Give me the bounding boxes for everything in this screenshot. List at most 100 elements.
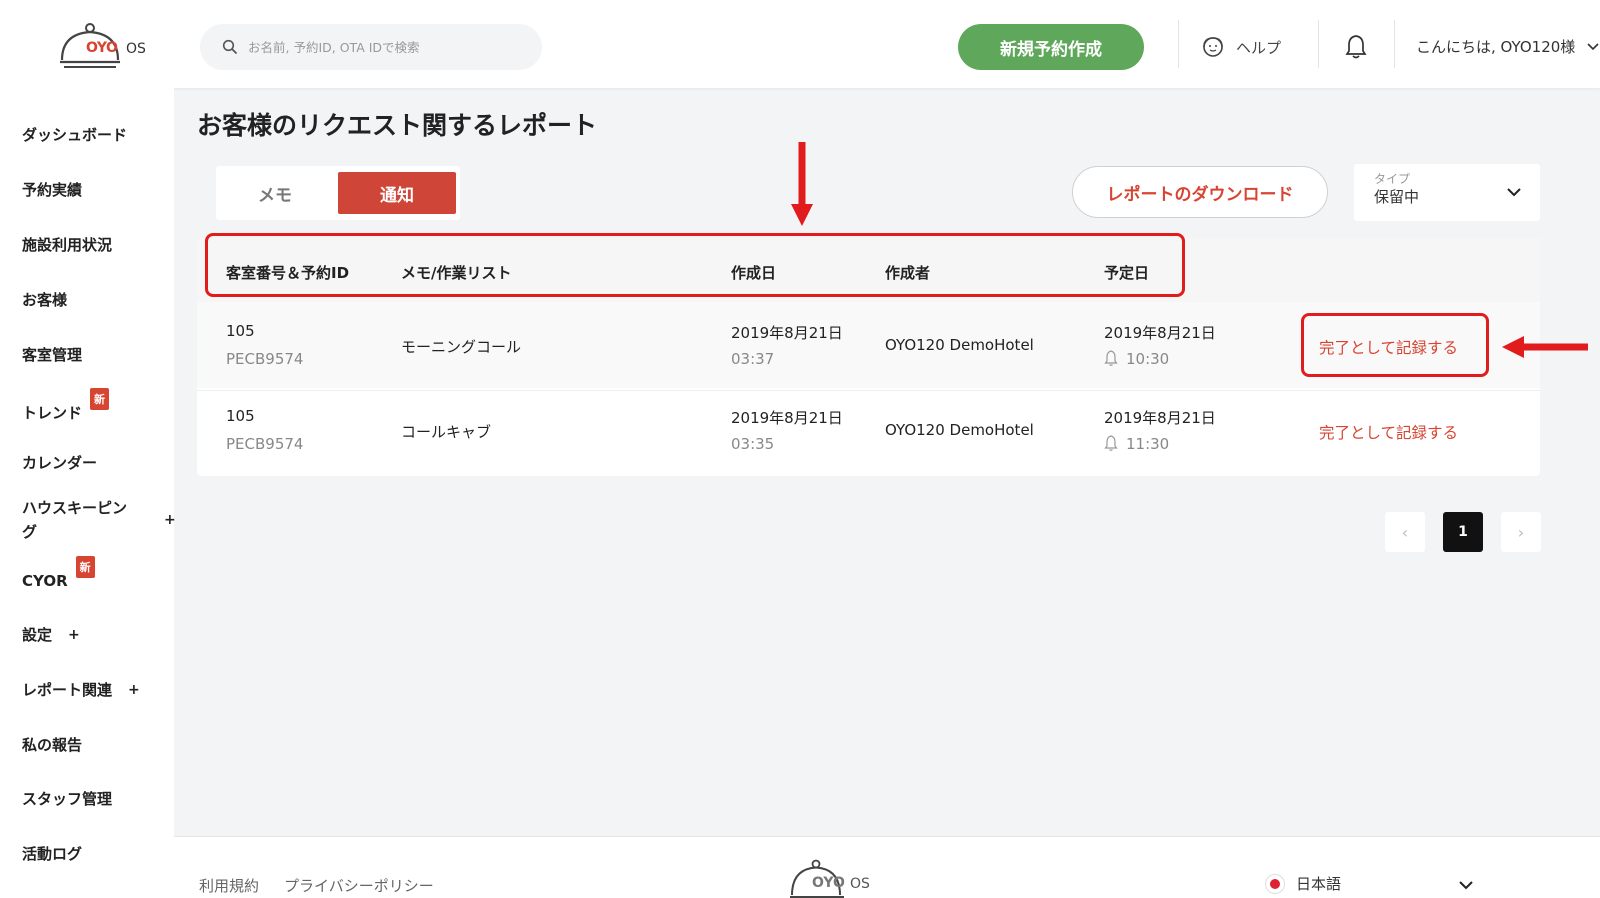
new-badge: 新 xyxy=(90,387,110,410)
task-name: コールキャブ xyxy=(401,423,492,441)
annotation-highlight-header xyxy=(205,233,1185,297)
sidebar-item-label: 客室管理 xyxy=(22,346,83,364)
sidebar-item-label: スタッフ管理 xyxy=(22,790,113,808)
task-name: モーニングコール xyxy=(401,338,522,356)
new-booking-button[interactable]: 新規予約作成 xyxy=(958,24,1144,70)
logo-text: OYO xyxy=(86,40,118,56)
language-selector[interactable]: 日本語 xyxy=(1270,873,1341,894)
booking-id: PECB9574 xyxy=(226,435,304,453)
table-row: 105 PECB9574 コールキャブ 2019年8月21日 03:35 OYO… xyxy=(197,390,1540,476)
sidebar-item-cyor[interactable]: CYOR 新 xyxy=(22,556,95,590)
created-time: 03:35 xyxy=(731,435,775,453)
search-input[interactable] xyxy=(248,36,528,58)
pagination-page-1[interactable]: 1 xyxy=(1443,512,1483,552)
sidebar-item-reports[interactable]: レポート関連 + xyxy=(22,679,140,700)
sidebar-item-housekeeping[interactable]: ハウスキーピン グ xyxy=(22,496,152,544)
privacy-policy-link[interactable]: プライバシーポリシー xyxy=(284,875,434,896)
pagination-next-button[interactable]: › xyxy=(1501,512,1541,552)
type-filter-value: 保留中 xyxy=(1374,188,1420,206)
sidebar: ダッシュボード 予約実績 施設利用状況 お客様 客室管理 トレンド 新 カレンダ… xyxy=(0,88,176,898)
sidebar-item-dashboard[interactable]: ダッシュボード xyxy=(22,124,127,145)
new-badge: 新 xyxy=(75,556,95,578)
created-date: 2019年8月21日 xyxy=(731,409,843,427)
language-label: 日本語 xyxy=(1296,875,1342,893)
logo-suffix: OS xyxy=(126,41,146,57)
sidebar-item-settings[interactable]: 設定 + xyxy=(22,624,80,645)
creator: OYO120 DemoHotel xyxy=(885,336,1034,354)
download-report-button[interactable]: レポートのダウンロード xyxy=(1072,166,1328,218)
sidebar-item-label: ハウスキーピン グ xyxy=(22,499,128,541)
terms-link[interactable]: 利用規約 xyxy=(199,875,259,896)
annotation-arrow-left xyxy=(1502,336,1588,358)
reminder-bell-icon xyxy=(1104,350,1118,366)
sidebar-item-label: カレンダー xyxy=(22,454,98,472)
sidebar-item-label: ダッシュボード xyxy=(22,126,128,144)
room-number: 105 xyxy=(226,322,255,340)
sidebar-item-facility-usage[interactable]: 施設利用状況 xyxy=(22,234,112,255)
reminder-bell-icon xyxy=(1104,435,1118,451)
scheduled-date: 2019年8月21日 xyxy=(1104,409,1216,427)
sidebar-item-label: レポート関連 xyxy=(22,681,113,699)
room-number: 105 xyxy=(226,407,255,425)
sidebar-item-label: 設定 xyxy=(22,626,53,644)
sidebar-item-label: 施設利用状況 xyxy=(22,236,113,254)
sidebar-item-room-management[interactable]: 客室管理 xyxy=(22,344,82,365)
help-label: ヘルプ xyxy=(1236,38,1282,57)
header-divider xyxy=(1394,20,1395,68)
support-headset-icon xyxy=(1203,37,1223,57)
japan-flag-icon xyxy=(1270,878,1280,889)
sidebar-item-label: 予約実績 xyxy=(22,181,83,199)
top-bar: OYO OS 新規予約作成 ヘルプ こんにちは, OYO120様 xyxy=(0,0,1600,88)
sidebar-item-trends[interactable]: トレンド 新 xyxy=(22,387,110,423)
booking-id: PECB9574 xyxy=(226,350,304,368)
oyo-os-logo[interactable]: OYO OS xyxy=(58,20,158,72)
user-menu[interactable]: こんにちは, OYO120様 xyxy=(1416,36,1600,57)
search-box[interactable] xyxy=(200,24,542,70)
tab-memo[interactable]: メモ xyxy=(216,172,334,214)
tab-notifications[interactable]: 通知 xyxy=(338,172,456,214)
pagination-prev-button[interactable]: ‹ xyxy=(1385,512,1425,552)
footer: 利用規約 プライバシーポリシー OYO OS 日本語 xyxy=(174,836,1600,898)
sidebar-item-calendar[interactable]: カレンダー xyxy=(22,452,97,473)
expand-plus-icon: + xyxy=(68,626,80,643)
sidebar-item-label: CYOR xyxy=(22,572,68,590)
chevron-down-icon xyxy=(1587,43,1599,51)
page-title: お客様のリクエスト関するレポート xyxy=(197,111,598,140)
header-divider xyxy=(1178,20,1179,68)
chevron-down-icon[interactable] xyxy=(1458,877,1474,893)
sidebar-item-guests[interactable]: お客様 xyxy=(22,289,67,310)
tab-group: メモ 通知 xyxy=(216,166,460,220)
scheduled-time: 10:30 xyxy=(1104,350,1169,368)
scheduled-time: 11:30 xyxy=(1104,435,1169,453)
greeting-text: こんにちは, OYO120様 xyxy=(1416,38,1576,56)
sidebar-item-booking-results[interactable]: 予約実績 xyxy=(22,179,82,200)
sidebar-item-staff-management[interactable]: スタッフ管理 xyxy=(22,788,112,809)
annotation-arrow-down xyxy=(791,142,813,226)
footer-logo-text: OYO xyxy=(812,875,845,891)
scheduled-time-value: 11:30 xyxy=(1126,435,1170,453)
scheduled-time-value: 10:30 xyxy=(1126,350,1170,368)
notification-bell-icon[interactable] xyxy=(1344,34,1368,60)
chevron-down-icon xyxy=(1507,188,1521,197)
mark-complete-button[interactable]: 完了として記録する xyxy=(1319,421,1458,443)
type-filter-label: タイプ xyxy=(1374,172,1411,186)
sidebar-item-label: トレンド xyxy=(22,404,83,422)
sidebar-item-my-reports[interactable]: 私の報告 xyxy=(22,734,82,755)
expand-plus-icon[interactable]: + xyxy=(164,512,176,528)
footer-oyo-os-logo: OYO OS xyxy=(788,857,880,898)
search-icon xyxy=(222,39,238,55)
footer-logo-suffix: OS xyxy=(850,876,870,892)
header-divider xyxy=(1318,20,1319,68)
created-date: 2019年8月21日 xyxy=(731,324,843,342)
created-time: 03:37 xyxy=(731,350,775,368)
creator: OYO120 DemoHotel xyxy=(885,421,1034,439)
annotation-highlight-action xyxy=(1301,313,1489,377)
sidebar-item-label: お客様 xyxy=(22,291,68,309)
scheduled-date: 2019年8月21日 xyxy=(1104,324,1216,342)
help-link[interactable]: ヘルプ xyxy=(1200,36,1281,58)
sidebar-item-label: 私の報告 xyxy=(22,736,83,754)
expand-plus-icon: + xyxy=(128,681,140,698)
type-filter-select[interactable]: タイプ 保留中 xyxy=(1354,164,1540,221)
sidebar-item-activity-log[interactable]: 活動ログ xyxy=(22,843,82,864)
sidebar-item-label: 活動ログ xyxy=(22,845,83,863)
